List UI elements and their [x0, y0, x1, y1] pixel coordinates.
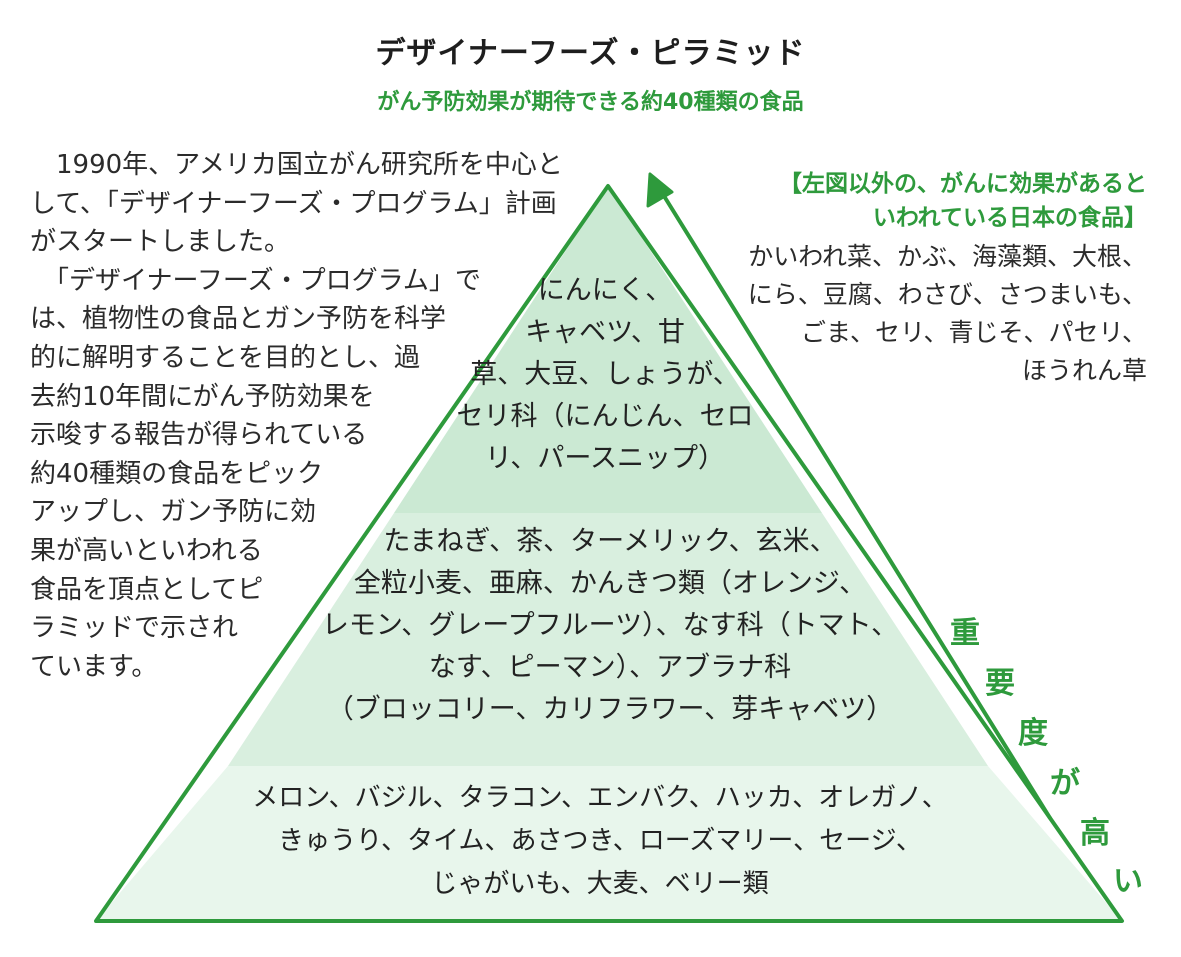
tier-top-line: セリ科（にんじん、セロ	[456, 401, 754, 432]
tier-top-line: リ、パースニップ）	[484, 443, 726, 474]
importance-label-char: 度	[1018, 716, 1048, 751]
importance-label-char: 要	[985, 666, 1015, 701]
tier-top-line: キャベツ、甘	[525, 317, 685, 348]
tier-bottom-line: じゃがいも、大麦、ベリー類	[431, 869, 769, 899]
importance-label-char: が	[1050, 766, 1080, 801]
tier-top-line: にんにく、	[537, 275, 673, 306]
tier-middle-line: なす、ピーマン）、アブラナ科	[428, 652, 792, 683]
importance-label-char: 重	[950, 616, 980, 651]
importance-label-char: 高	[1080, 816, 1110, 851]
tier-middle-foods: たまねぎ、茶、ターメリック、玄米、 全粒小麦、亜麻、かんきつ類（オレンジ、 レモ…	[300, 521, 920, 731]
tier-middle-line: たまねぎ、茶、ターメリック、玄米、	[383, 526, 837, 557]
tier-middle-line: 全粒小麦、亜麻、かんきつ類（オレンジ、	[353, 568, 867, 599]
tier-top-line: 草、大豆、しょうが、	[470, 359, 740, 390]
tier-top-foods: にんにく、 キャベツ、甘 草、大豆、しょうが、 セリ科（にんじん、セロ リ、パー…	[430, 270, 780, 480]
importance-label-char: い	[1113, 864, 1143, 899]
tier-bottom-line: メロン、バジル、タラコン、エンバク、ハッカ、オレガノ、	[252, 783, 948, 813]
tier-middle-line: レモン、グレープフルーツ）、なす科（トマト、	[321, 610, 899, 641]
tier-bottom-line: きゅうり、タイム、あさつき、ローズマリー、セージ、	[278, 826, 922, 856]
tier-middle-line: （ブロッコリー、カリフラワー、芽キャベツ）	[326, 694, 894, 725]
tier-bottom-foods: メロン、バジル、タラコン、エンバク、ハッカ、オレガノ、 きゅうり、タイム、あさつ…	[200, 777, 1000, 906]
